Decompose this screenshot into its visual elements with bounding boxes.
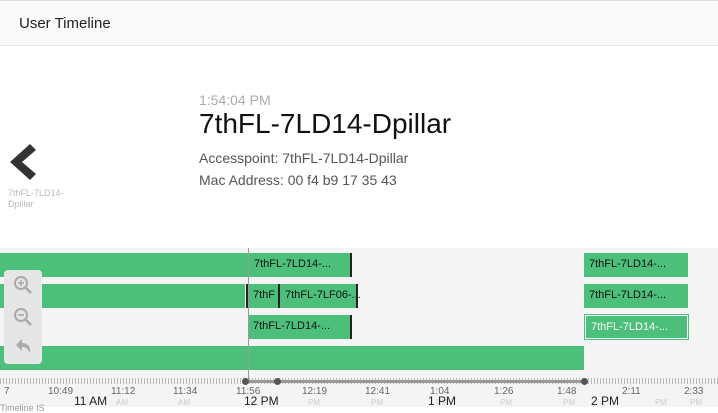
time-axis[interactable]: 7 10:49 11:12 11:34 11:56 12:19 12:41 1:…	[0, 378, 718, 413]
bar-label: 7thFL-7LD14-...	[253, 320, 331, 332]
zoom-in-icon[interactable]	[12, 274, 34, 296]
hour-label: 1 PM	[428, 394, 457, 408]
hour-label: 2 PM	[591, 394, 620, 408]
axis-tick-label: 1:26	[494, 386, 514, 397]
location-title: 7thFL-7LD14-Dpillar	[199, 108, 452, 139]
range-handle[interactable]	[274, 378, 281, 385]
axis-tick-label: 1:48	[557, 386, 577, 397]
axis-tick-ampm: AM	[178, 398, 190, 407]
axis-tick-label: 7	[4, 386, 10, 397]
axis-tick-label: 12:19	[302, 386, 328, 397]
timeline-bar[interactable]: 7thFL-7LD14-...	[248, 315, 352, 339]
timeline-bar[interactable]: 7thFL-7LF06-...	[280, 284, 361, 308]
bar-label: 7thFL-7LD14-...	[591, 321, 669, 333]
cursor-guide-line	[248, 248, 249, 380]
axis-tick-label: 11:12	[111, 386, 136, 397]
timeline-bar[interactable]: 7thF	[246, 284, 280, 308]
detail-panel	[0, 46, 718, 248]
zoom-out-icon[interactable]	[12, 306, 34, 328]
axis-tick-ampm: AM	[116, 398, 128, 407]
axis-tick-ampm: PM	[308, 398, 320, 407]
timeline-bar[interactable]: 7thFL-7LD14-...	[248, 253, 352, 277]
axis-title: Timeline IS	[0, 403, 45, 413]
hour-label: 11 AM	[74, 394, 108, 408]
timeline-bar[interactable]: 7thFL-7LD14-...	[584, 253, 688, 277]
range-scrub[interactable]	[248, 380, 584, 383]
axis-tick-label: 12:41	[365, 386, 391, 397]
axis-tick-ampm: PM	[563, 398, 575, 407]
axis-tick-ampm: PM	[371, 398, 383, 407]
axis-tick-label: 10:49	[48, 386, 74, 397]
mac-address-info: Mac Address: 00 f4 b9 17 35 43	[199, 172, 397, 188]
timeline-bar-selected[interactable]: 7thFL-7LD14-...	[585, 315, 688, 339]
header: User Timeline	[0, 0, 718, 46]
axis-tick-ampm: PM	[655, 398, 667, 407]
bar-label: 7thFL-7LD14-...	[589, 258, 667, 270]
page-title: User Timeline	[19, 15, 111, 32]
previous-arrow-icon[interactable]	[6, 142, 40, 182]
event-time: 1:54:04 PM	[199, 92, 271, 108]
bar-label: 7thFL-7LD14-...	[254, 258, 332, 270]
zoom-toolbar	[4, 270, 42, 364]
range-end-handle[interactable]	[581, 378, 588, 385]
range-start-handle[interactable]	[242, 378, 249, 385]
timeline-bar[interactable]	[0, 346, 584, 370]
reset-undo-icon[interactable]	[12, 336, 34, 358]
bar-label: 7thFL-7LF06-...	[285, 289, 361, 301]
axis-tick-ampm: PM	[500, 398, 512, 407]
previous-location-label: 7thFL-7LD14-Dpillar	[8, 188, 64, 209]
axis-tick-label: 11:34	[173, 386, 198, 397]
axis-tick-label: 2:11	[622, 386, 641, 397]
axis-tick-label: 2:33	[684, 386, 704, 397]
hour-label: 12 PM	[244, 394, 279, 408]
timeline-bar[interactable]: 7thFL-7LD14-...	[584, 284, 688, 308]
accesspoint-info: Accesspoint: 7thFL-7LD14-Dpillar	[199, 150, 409, 166]
bar-label: 7thF	[253, 289, 276, 301]
axis-tick-ampm: PM	[690, 398, 702, 407]
bar-label: 7thFL-7LD14-...	[589, 289, 667, 301]
